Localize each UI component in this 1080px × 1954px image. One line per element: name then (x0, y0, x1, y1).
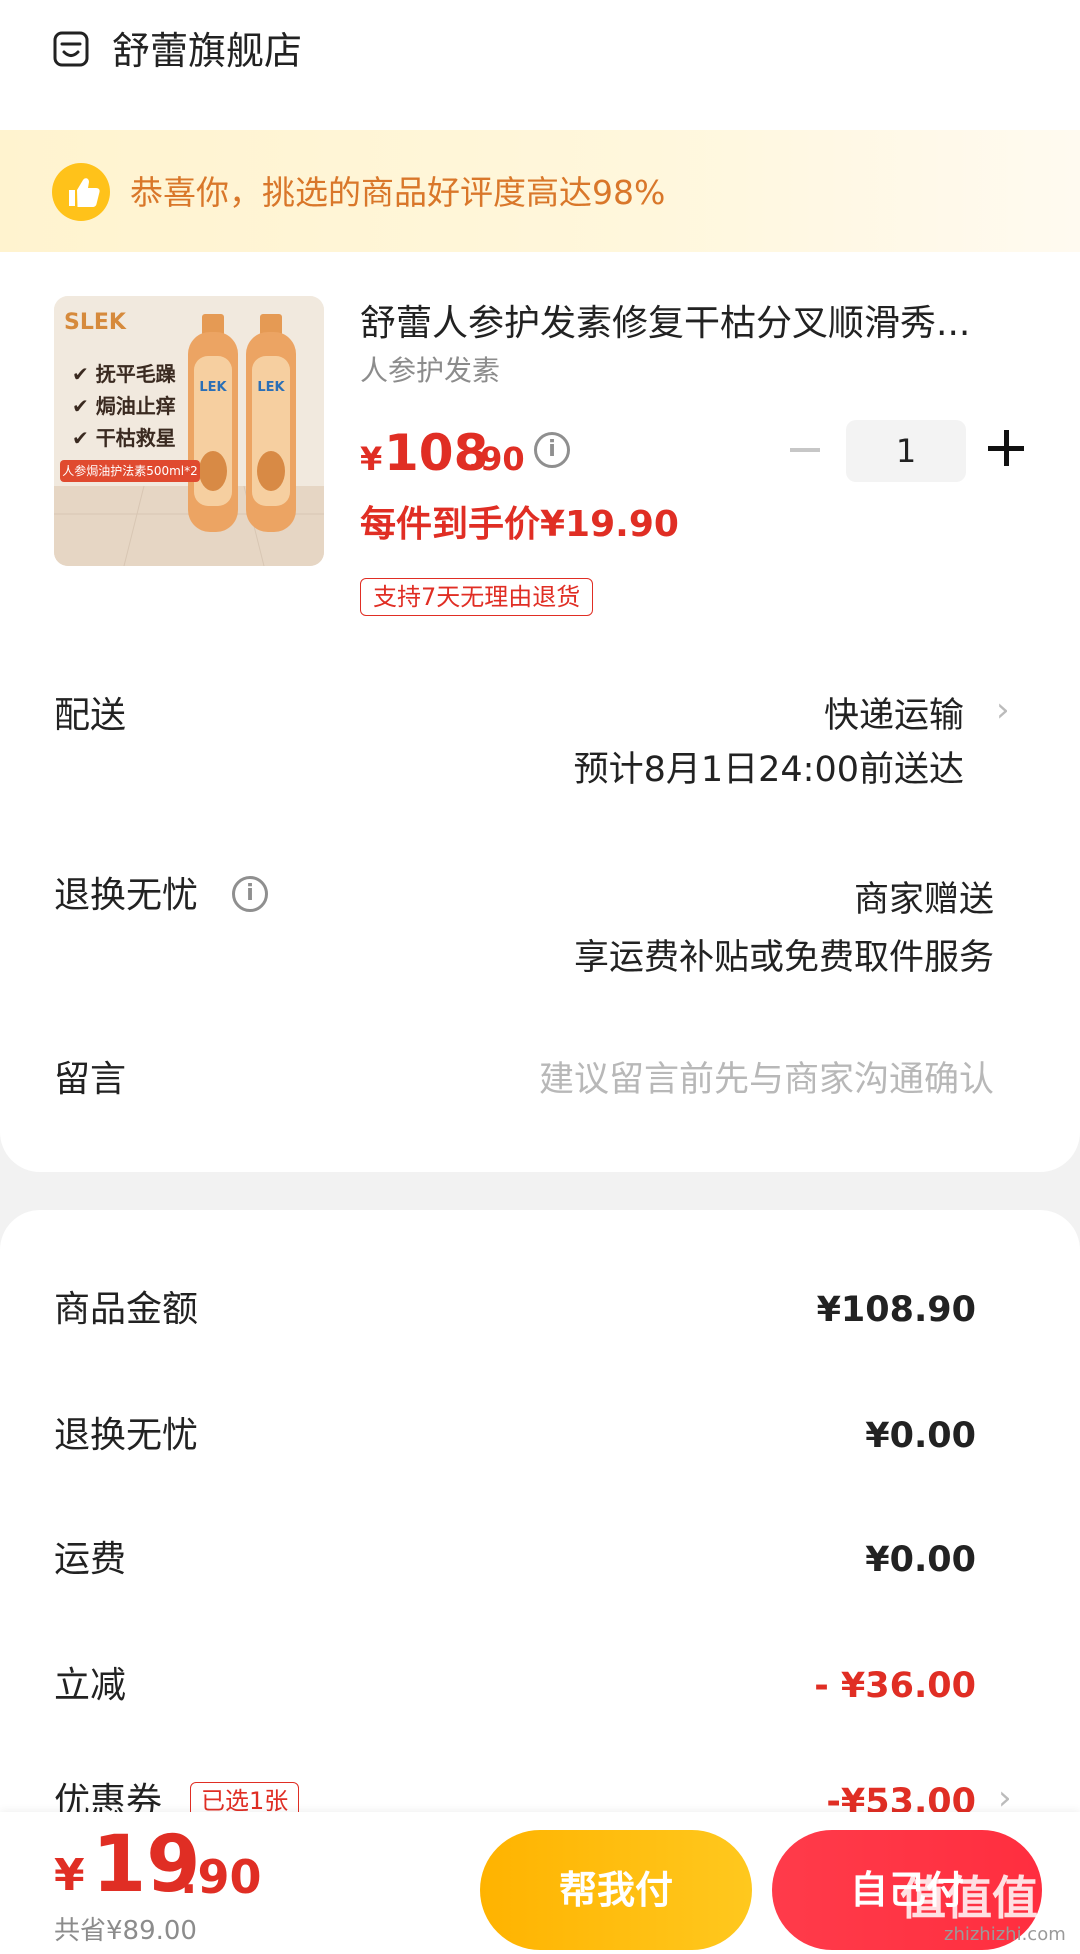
product-spec[interactable]: 人参护发素 (360, 352, 500, 390)
product-bullets: ✔ 抚平毛躁 ✔ 焗油止痒 ✔ 干枯救星 (72, 358, 176, 454)
summary-label-return: 退换无忧 (54, 1415, 199, 1456)
store-icon (52, 30, 90, 68)
quantity-input[interactable]: 1 (846, 420, 966, 482)
brand-logo: SLEK (64, 310, 126, 335)
return-worry-label: 退换无忧 (54, 875, 199, 916)
message-label: 留言 (54, 1059, 127, 1100)
summary-label-shipping: 运费 (54, 1539, 127, 1580)
delivery-method[interactable]: 快递运输 (600, 692, 964, 740)
thumbs-up-icon (52, 163, 110, 221)
summary-label-discount: 立减 (54, 1665, 127, 1706)
store-name[interactable]: 舒蕾旗舰店 (112, 26, 302, 76)
return-policy-tag: 支持7天无理由退货 (360, 578, 594, 616)
watermark: 值值值 (900, 1871, 1038, 1925)
summary-label-goods: 商品金额 (54, 1289, 199, 1330)
delivery-label: 配送 (54, 695, 127, 736)
total-symbol: ¥ (54, 1850, 85, 1901)
watermark-url: zhizhizhi.com (944, 1924, 1066, 1945)
help-pay-button[interactable]: 帮我付 (480, 1830, 752, 1950)
svg-text:LEK: LEK (257, 380, 285, 395)
product-strip: 人参焗油护法素500ml*2 (60, 460, 200, 482)
return-worry-desc: 享运费补贴或免费取件服务 (573, 938, 994, 978)
summary-value-goods: ¥108.90 (816, 1290, 976, 1330)
banner-text: 恭喜你，挑选的商品好评度高达98% (130, 173, 666, 212)
bullet-item: ✔ 抚平毛躁 (72, 362, 176, 386)
summary-value-shipping: ¥0.00 (865, 1540, 976, 1580)
price-decimal: .90 (468, 440, 525, 478)
chevron-right-icon[interactable]: › (996, 690, 1010, 730)
bullet-item: ✔ 焗油止痒 (72, 394, 176, 418)
bullet-item: ✔ 干枯救星 (72, 426, 176, 450)
product-image[interactable]: LEK LEK SLEK ✔ 抚平毛躁 ✔ 焗油止痒 ✔ 干枯救星 人参焗油护法… (54, 296, 324, 566)
svg-text:LEK: LEK (199, 380, 227, 395)
return-worry-value: 商家赠送 (853, 880, 994, 920)
delivery-eta: 预计8月1日24:00前送达 (573, 750, 964, 790)
product-title[interactable]: 舒蕾人参护发素修复干枯分叉顺滑秀... (360, 300, 1010, 348)
total-decimal: .90 (180, 1850, 262, 1904)
summary-value-discount: - ¥36.00 (814, 1666, 976, 1706)
quantity-plus-button[interactable] (988, 430, 1024, 466)
summary-value-return: ¥0.00 (865, 1416, 976, 1456)
price-info-icon[interactable]: i (534, 432, 570, 468)
saved-amount: 共省¥89.00 (54, 1916, 197, 1946)
unit-price: 每件到手价¥19.90 (360, 504, 679, 545)
quantity-minus-button[interactable] (790, 448, 820, 452)
return-info-icon[interactable]: i (232, 876, 268, 912)
message-input[interactable]: 建议留言前先与商家沟通确认 (400, 1056, 994, 1104)
price-symbol: ¥ (360, 440, 383, 478)
